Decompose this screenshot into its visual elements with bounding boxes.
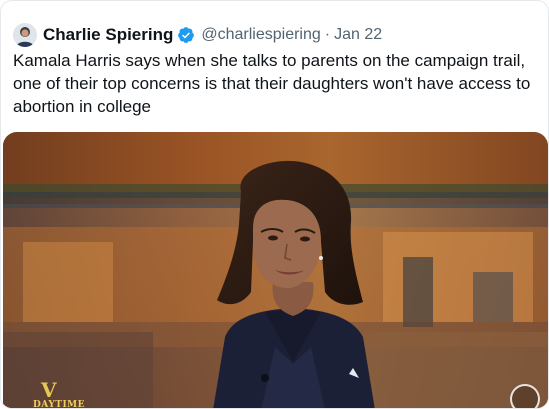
user-handle[interactable]: @charliespiering: [201, 26, 320, 44]
verified-badge-icon: [178, 27, 195, 43]
show-logo-v: V: [41, 378, 57, 402]
avatar[interactable]: [13, 23, 37, 47]
tweet-text: Kamala Harris says when she talks to par…: [13, 51, 531, 116]
display-name[interactable]: Charlie Spiering: [43, 25, 173, 45]
tweet-media-video[interactable]: V DAYTIME: [3, 132, 548, 409]
video-frame: [3, 132, 548, 408]
avatar-image: [13, 23, 37, 47]
show-logo: DAYTIME: [33, 400, 85, 409]
play-icon[interactable]: [510, 384, 540, 408]
separator-dot: ·: [324, 26, 331, 43]
tweet-card[interactable]: Charlie Spiering @charliespiering · Jan …: [0, 0, 549, 409]
tweet-date[interactable]: Jan 22: [334, 26, 382, 44]
tweet-header: Charlie Spiering @charliespiering · Jan …: [13, 23, 382, 47]
